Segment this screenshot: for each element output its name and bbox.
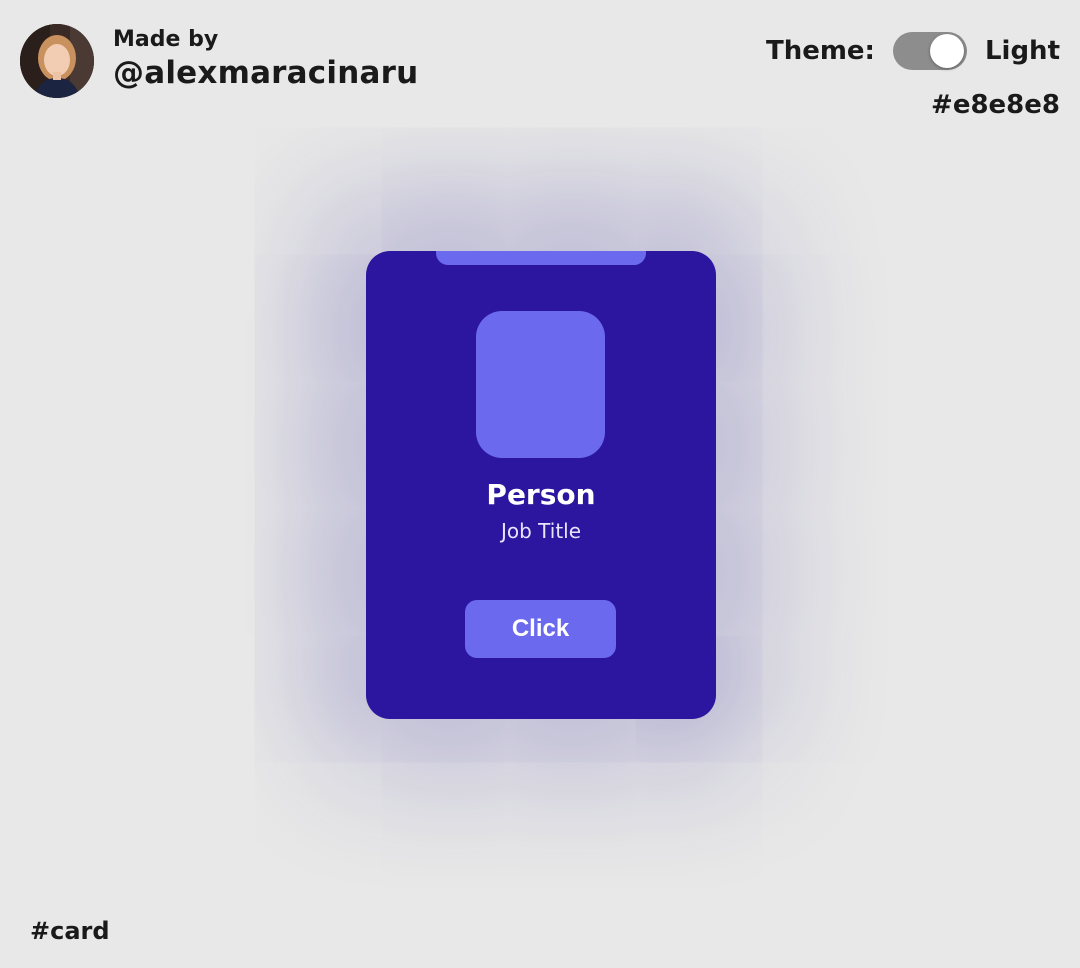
made-by-label: Made by xyxy=(113,27,219,52)
job-title: Job Title xyxy=(500,519,582,543)
card-top-tab xyxy=(436,251,646,265)
avatar[interactable] xyxy=(20,24,94,98)
theme-toggle[interactable] xyxy=(892,32,967,70)
click-button[interactable]: Click xyxy=(465,600,616,658)
profile-photo-placeholder xyxy=(476,311,605,458)
theme-switcher: Theme: Light xyxy=(766,32,1060,70)
author-block: Made by @alexmaracinaru xyxy=(20,24,418,98)
profile-card: Person Job Title Click xyxy=(366,251,716,719)
author-handle[interactable]: @alexmaracinaru xyxy=(113,54,418,92)
theme-label: Theme: xyxy=(765,36,875,66)
theme-color-hex: #e8e8e8 xyxy=(931,90,1060,120)
theme-value: Light xyxy=(984,36,1060,66)
element-id-label: #card xyxy=(30,917,110,945)
toggle-knob xyxy=(929,34,964,68)
person-name: Person xyxy=(486,478,596,511)
avatar-photo-icon xyxy=(20,24,94,98)
